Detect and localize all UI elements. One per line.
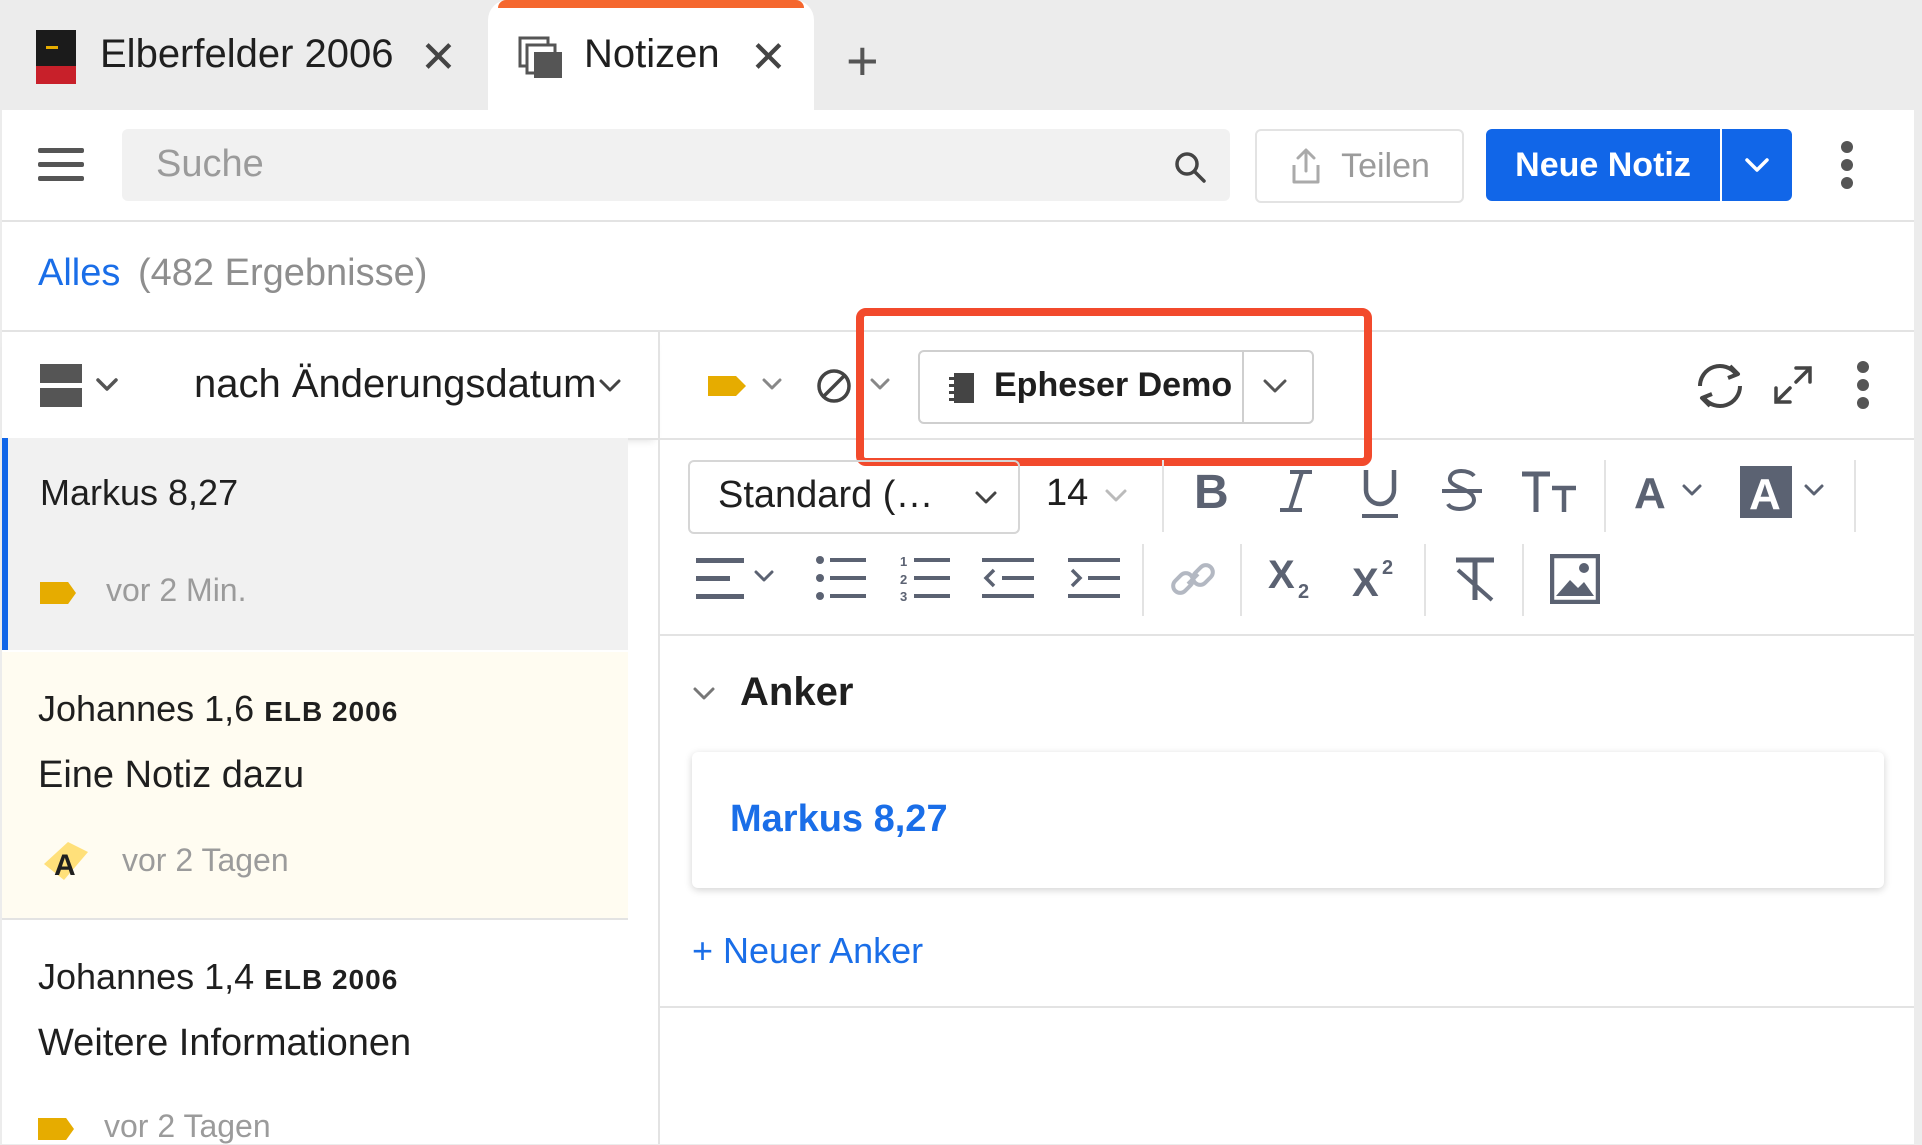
tab-elberfelder[interactable]: Elberfelder 2006 ✕ bbox=[0, 0, 480, 110]
close-icon[interactable]: ✕ bbox=[420, 36, 457, 80]
numbered-list-icon[interactable]: 1 2 3 bbox=[900, 554, 950, 602]
svg-text:1: 1 bbox=[900, 554, 907, 569]
bible-book-icon bbox=[36, 30, 76, 84]
new-note-button[interactable]: Neue Notiz bbox=[1486, 129, 1720, 201]
divider bbox=[660, 634, 1914, 636]
search-icon[interactable] bbox=[1174, 151, 1206, 183]
share-button[interactable]: Teilen bbox=[1255, 129, 1464, 203]
svg-text:A: A bbox=[1749, 470, 1781, 518]
divider bbox=[1522, 544, 1524, 616]
anchor-heading: Anker bbox=[740, 670, 854, 714]
font-color-icon[interactable]: A bbox=[1632, 470, 1712, 514]
more-options-icon[interactable] bbox=[1840, 140, 1854, 190]
svg-text:3: 3 bbox=[900, 589, 907, 602]
highlight-icon: A bbox=[38, 838, 90, 886]
new-anchor-link[interactable]: + Neuer Anker bbox=[692, 930, 923, 972]
divider bbox=[660, 1006, 1914, 1008]
chevron-down-icon bbox=[1745, 158, 1769, 172]
italic-icon[interactable] bbox=[1276, 466, 1316, 516]
tag-icon bbox=[40, 582, 76, 604]
font-family-select[interactable]: Standard (… bbox=[688, 460, 1020, 534]
background-color-icon[interactable]: A bbox=[1740, 466, 1830, 518]
list-item[interactable]: Johannes 1,4 ELB 2006 Weitere Informatio… bbox=[2, 920, 628, 1144]
divider bbox=[1854, 460, 1856, 532]
font-size-value: 14 bbox=[1046, 472, 1089, 514]
bold-icon[interactable]: B bbox=[1192, 466, 1232, 516]
chevron-down-icon[interactable] bbox=[692, 686, 716, 702]
new-note-dropdown[interactable] bbox=[1722, 129, 1792, 201]
note-reference: Markus 8,27 bbox=[40, 472, 239, 513]
tab-label: Elberfelder 2006 bbox=[100, 32, 394, 76]
subscript-icon[interactable]: X 2 bbox=[1268, 552, 1318, 602]
divider bbox=[1604, 460, 1606, 532]
svg-text:X: X bbox=[1268, 553, 1295, 597]
column-divider bbox=[658, 332, 660, 1144]
indent-icon[interactable] bbox=[1068, 556, 1120, 600]
align-icon[interactable] bbox=[696, 556, 780, 600]
font-size-select[interactable]: 14 bbox=[1040, 460, 1136, 530]
svg-text:X: X bbox=[1352, 561, 1379, 602]
divider bbox=[1162, 460, 1164, 532]
sync-icon[interactable] bbox=[1692, 358, 1748, 414]
divider bbox=[1424, 544, 1426, 616]
clear-formatting-icon[interactable] bbox=[1452, 556, 1498, 602]
note-title: Eine Notiz dazu bbox=[38, 754, 305, 796]
tag-icon bbox=[38, 1118, 74, 1140]
link-icon[interactable] bbox=[1168, 554, 1218, 604]
svg-text:A: A bbox=[54, 849, 76, 882]
chevron-down-icon bbox=[1104, 488, 1128, 504]
search-input[interactable]: Suche bbox=[122, 129, 1230, 201]
note-time: vor 2 Tagen bbox=[104, 1108, 271, 1144]
share-label: Teilen bbox=[1341, 146, 1430, 185]
list-item[interactable]: Johannes 1,6 ELB 2006 Eine Notiz dazu A … bbox=[2, 652, 628, 918]
new-tab-button[interactable]: + bbox=[846, 28, 879, 93]
view-mode-icon[interactable] bbox=[40, 364, 126, 408]
divider bbox=[1240, 544, 1242, 616]
tab-label: Notizen bbox=[584, 32, 720, 76]
svg-text:B: B bbox=[1194, 466, 1229, 516]
tab-notizen[interactable]: Notizen ✕ bbox=[488, 0, 814, 110]
filter-all-link[interactable]: Alles bbox=[38, 252, 120, 295]
note-time: vor 2 Tagen bbox=[122, 842, 289, 878]
chevron-down-icon[interactable] bbox=[598, 378, 622, 394]
text-size-icon[interactable] bbox=[1520, 470, 1578, 514]
anchor-link[interactable]: Markus 8,27 bbox=[730, 798, 948, 841]
divider bbox=[1142, 544, 1144, 616]
notes-stack-icon bbox=[518, 36, 564, 80]
svg-text:A: A bbox=[1634, 470, 1666, 514]
tag-selector[interactable] bbox=[708, 374, 784, 398]
note-title: Weitere Informationen bbox=[38, 1022, 412, 1064]
font-family-value: Standard (… bbox=[718, 474, 934, 516]
list-item[interactable]: Markus 8,27 vor 2 Min. bbox=[2, 438, 628, 650]
annotation-highlight-box bbox=[856, 308, 1372, 466]
chevron-down-icon bbox=[974, 490, 998, 506]
result-count: (482 Ergebnisse) bbox=[138, 252, 428, 294]
note-time: vor 2 Min. bbox=[106, 572, 247, 608]
strikethrough-icon[interactable] bbox=[1440, 466, 1484, 516]
note-reference: Johannes 1,6 ELB 2006 bbox=[38, 688, 399, 729]
image-icon[interactable] bbox=[1550, 554, 1600, 604]
menu-icon[interactable] bbox=[38, 146, 84, 184]
outdent-icon[interactable] bbox=[982, 556, 1034, 600]
search-placeholder: Suche bbox=[156, 143, 264, 185]
svg-text:2: 2 bbox=[1382, 557, 1393, 579]
svg-text:2: 2 bbox=[1298, 581, 1309, 602]
svg-text:2: 2 bbox=[900, 572, 907, 587]
bullet-list-icon[interactable] bbox=[816, 556, 866, 600]
underline-icon[interactable] bbox=[1360, 466, 1400, 520]
expand-icon[interactable] bbox=[1772, 364, 1814, 406]
sort-label: nach Änderungsdatum bbox=[194, 362, 597, 406]
close-icon[interactable]: ✕ bbox=[750, 36, 787, 80]
note-reference: Johannes 1,4 ELB 2006 bbox=[38, 956, 399, 997]
share-icon bbox=[1292, 148, 1320, 184]
superscript-icon[interactable]: X 2 bbox=[1352, 552, 1402, 602]
sort-dropdown[interactable]: nach Änderungsdatum bbox=[194, 362, 597, 407]
editor-more-icon[interactable] bbox=[1856, 360, 1870, 410]
